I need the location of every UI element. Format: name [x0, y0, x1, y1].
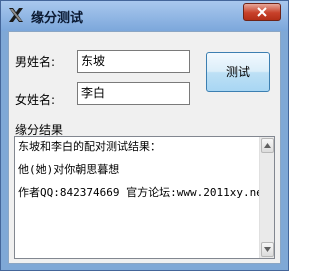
result-textarea[interactable]: 东坡和李白的配对测试结果： 他(她)对你朝思暮想 作者QQ:842374669 …	[14, 136, 275, 259]
result-line: 作者QQ:842374669 官方论坛:www.2011xy.net	[18, 186, 270, 199]
close-icon	[257, 7, 267, 17]
male-name-label: 男姓名:	[15, 55, 56, 69]
scroll-down-button[interactable]	[261, 242, 274, 257]
result-line: 他(她)对你朝思暮想	[18, 163, 120, 176]
title-bar[interactable]: 缘分测试	[1, 1, 288, 31]
test-button[interactable]: 测试	[206, 52, 270, 92]
arrow-down-icon	[264, 247, 271, 252]
app-x-icon	[7, 6, 25, 24]
arrow-up-icon	[264, 143, 271, 148]
app-window: 缘分测试 男姓名: 东坡 女姓名: 李白 测试 缘分结果 东坡和李白的配对测试结…	[0, 0, 289, 271]
female-name-input[interactable]: 李白	[77, 82, 190, 105]
vertical-scrollbar[interactable]	[259, 137, 274, 258]
dialog-body: 男姓名: 东坡 女姓名: 李白 测试 缘分结果 东坡和李白的配对测试结果： 他(…	[8, 31, 281, 264]
scroll-up-button[interactable]	[261, 138, 274, 153]
close-button[interactable]	[243, 3, 281, 21]
female-name-label: 女姓名:	[15, 93, 56, 107]
result-line: 东坡和李白的配对测试结果：	[18, 140, 161, 153]
window-title: 缘分测试	[31, 11, 84, 26]
male-name-input[interactable]: 东坡	[77, 50, 190, 73]
result-text: 东坡和李白的配对测试结果： 他(她)对你朝思暮想 作者QQ:842374669 …	[18, 140, 270, 209]
